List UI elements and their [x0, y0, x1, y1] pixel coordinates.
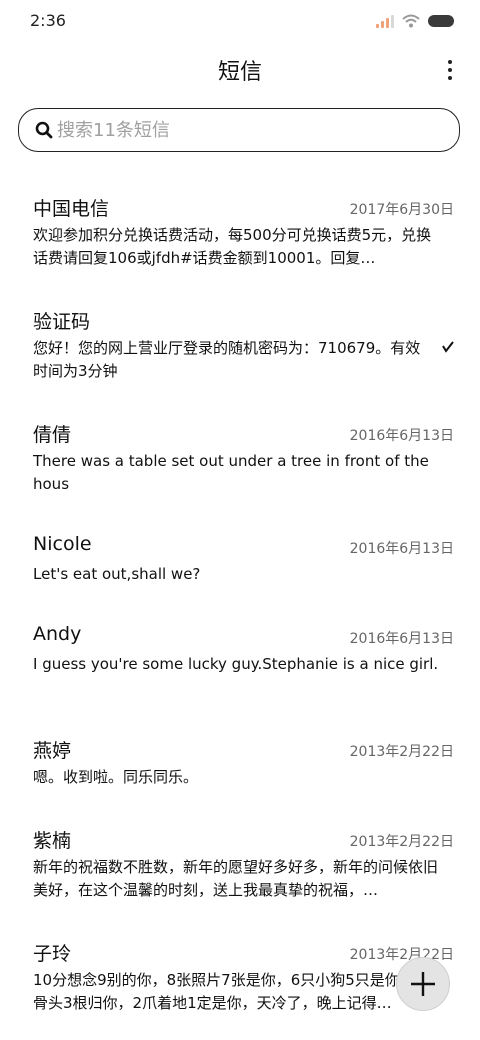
list-item[interactable]: Andy 2016年6月13日 I guess you're some luck…	[0, 609, 480, 722]
message-date: 2016年6月13日	[349, 631, 454, 647]
sender-name: 紫楠	[33, 830, 72, 852]
list-item[interactable]: 紫楠 2013年2月22日 新年的祝福数不胜数，新年的愿望好多好多，新年的问候依…	[0, 812, 480, 925]
message-preview: 10分想念9别的你，8张照片7张是你，6只小狗5只是你，4根骨头3根归你，2爪着…	[33, 971, 440, 1012]
sender-name: 子玲	[33, 943, 72, 965]
message-preview: 您好！您的网上营业厅登录的随机密码为：710679。有效时间为3分钟	[33, 339, 421, 380]
message-preview: There was a table set out under a tree i…	[33, 452, 429, 493]
draft-check-icon	[442, 341, 454, 353]
message-date: 2013年2月22日	[349, 744, 454, 760]
message-date: 2017年6月30日	[349, 202, 454, 218]
message-preview: Let's eat out,shall we?	[33, 565, 201, 583]
message-date: 2013年2月22日	[349, 834, 454, 850]
search-bar[interactable]	[18, 108, 460, 152]
list-item[interactable]: 验证码 您好！您的网上营业厅登录的随机密码为：710679。有效时间为3分钟	[0, 293, 480, 406]
message-date: 2016年6月13日	[349, 541, 454, 557]
status-bar: 2:36	[0, 0, 480, 42]
sender-name: Andy	[33, 623, 82, 645]
list-item[interactable]: 燕婷 2013年2月22日 嗯。收到啦。同乐同乐。	[0, 722, 480, 812]
sender-name: 燕婷	[33, 740, 72, 762]
list-item[interactable]: Nicole 2016年6月13日 Let's eat out,shall we…	[0, 519, 480, 609]
status-time: 2:36	[30, 11, 66, 30]
message-preview: 嗯。收到啦。同乐同乐。	[33, 768, 199, 786]
search-input[interactable]	[57, 119, 437, 141]
status-icons	[376, 12, 454, 30]
list-item[interactable]: 中国电信 2017年6月30日 欢迎参加积分兑换话费活动，每500分可兑换话费5…	[0, 180, 480, 293]
sender-name: Nicole	[33, 533, 92, 555]
sender-name: 中国电信	[33, 198, 110, 220]
battery-icon	[428, 15, 454, 27]
message-preview: 新年的祝福数不胜数，新年的愿望好多好多，新年的问候依旧美好，在这个温馨的时刻，送…	[33, 858, 439, 899]
message-date: 2016年6月13日	[349, 428, 454, 444]
page-title: 短信	[217, 60, 262, 85]
new-message-button[interactable]	[396, 957, 450, 1011]
more-vertical-icon[interactable]	[444, 56, 456, 84]
sender-name: 验证码	[33, 311, 91, 333]
list-item[interactable]: 倩倩 2016年6月13日 There was a table set out …	[0, 406, 480, 519]
search-icon	[35, 121, 53, 139]
plus-icon	[411, 972, 435, 996]
wifi-icon	[402, 14, 420, 28]
signal-icon	[376, 14, 394, 28]
message-preview: 欢迎参加积分兑换话费活动，每500分可兑换话费5元，兑换话费请回复106或jfd…	[33, 226, 432, 267]
title-bar: 短信	[0, 46, 480, 94]
message-preview: I guess you're some lucky guy.Stephanie …	[33, 655, 439, 673]
sender-name: 倩倩	[33, 424, 72, 446]
